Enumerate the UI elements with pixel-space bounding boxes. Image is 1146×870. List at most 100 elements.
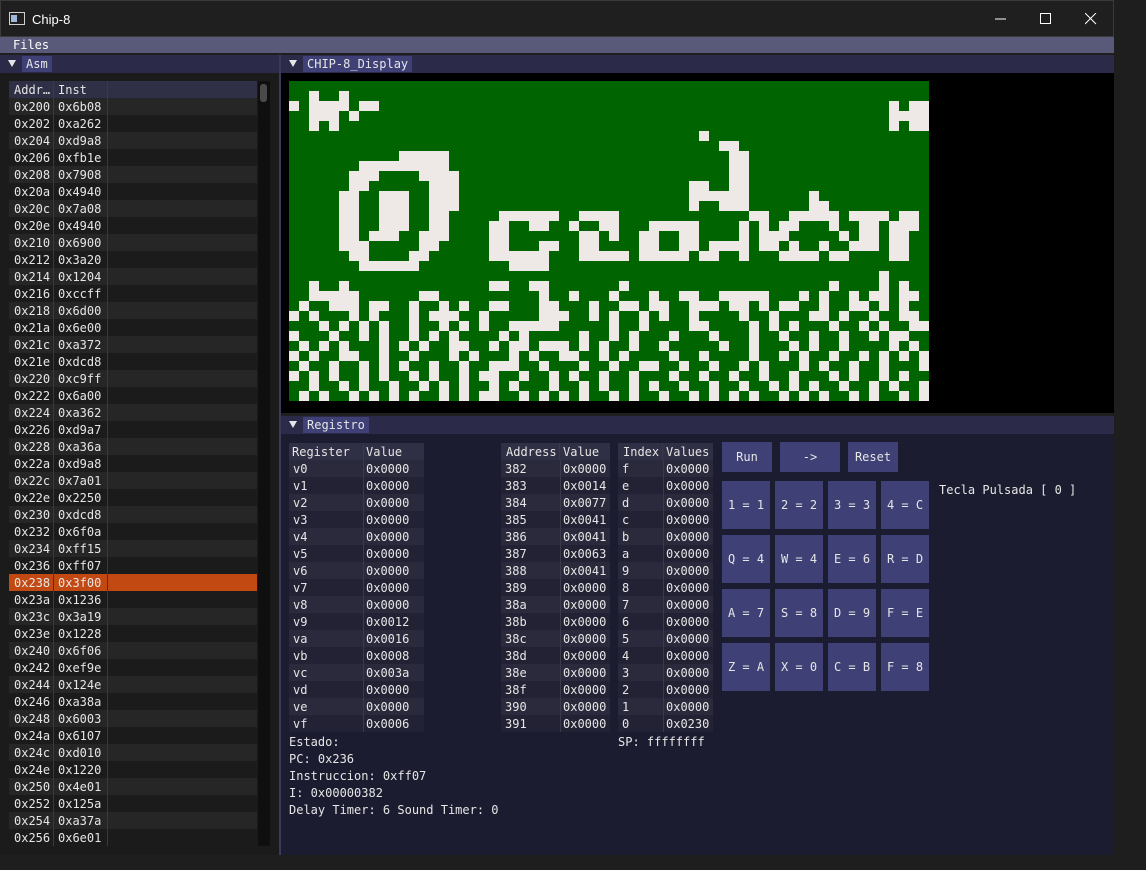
asm-row[interactable]: 0x21e 0xdcd8 — [9, 353, 257, 370]
asm-row[interactable]: 0x246 0xa38a — [9, 693, 257, 710]
asm-row[interactable]: 0x230 0xdcd8 — [9, 506, 257, 523]
reset-button[interactable]: Reset — [848, 442, 898, 472]
asm-row[interactable]: 0x220 0xc9ff — [9, 370, 257, 387]
asm-row-current[interactable]: 0x238 0x3f00 — [9, 574, 257, 591]
asm-row[interactable]: 0x250 0x4e01 — [9, 778, 257, 795]
asm-row[interactable]: 0x24c 0xd010 — [9, 744, 257, 761]
screen-pixel — [679, 241, 689, 251]
asm-row[interactable]: 0x20e 0x4940 — [9, 217, 257, 234]
keypad-key[interactable]: F = E — [881, 589, 929, 637]
asm-row[interactable]: 0x232 0x6f0a — [9, 523, 257, 540]
asm-row[interactable]: 0x216 0xccff — [9, 285, 257, 302]
asm-scrollbar[interactable] — [258, 81, 270, 846]
asm-row[interactable]: 0x23a 0x1236 — [9, 591, 257, 608]
keypad-key[interactable]: X = 0 — [775, 643, 823, 691]
column-divider — [107, 608, 108, 625]
asm-row[interactable]: 0x204 0xd9a8 — [9, 132, 257, 149]
screen-pixel — [879, 361, 889, 371]
screen-pixel — [429, 171, 439, 181]
asm-row[interactable]: 0x218 0x6d00 — [9, 302, 257, 319]
memory-value-header[interactable]: Value — [563, 445, 599, 459]
collapse-triangle-icon[interactable] — [8, 60, 16, 67]
collapse-triangle-icon[interactable] — [289, 60, 297, 67]
maximize-button[interactable] — [1024, 1, 1070, 38]
screen-pixel — [349, 241, 359, 251]
screen-pixel — [409, 251, 419, 261]
asm-row[interactable]: 0x23c 0x3a19 — [9, 608, 257, 625]
stack-values-header[interactable]: Values — [666, 445, 709, 459]
close-button[interactable] — [1069, 1, 1115, 38]
asm-row[interactable]: 0x212 0x3a20 — [9, 251, 257, 268]
asm-header-inst[interactable]: Inst — [58, 83, 87, 97]
screen-pixel — [739, 291, 749, 301]
asm-row[interactable]: 0x252 0x125a — [9, 795, 257, 812]
asm-row[interactable]: 0x228 0xa36a — [9, 438, 257, 455]
step-button[interactable]: -> — [780, 442, 840, 472]
asm-row[interactable]: 0x226 0xd9a7 — [9, 421, 257, 438]
keypad-key[interactable]: F = 8 — [881, 643, 929, 691]
screen-pixel — [889, 381, 899, 391]
collapse-triangle-icon[interactable] — [289, 421, 297, 428]
asm-tab[interactable]: Asm — [22, 56, 52, 72]
keypad-key[interactable]: A = 7 — [722, 589, 770, 637]
asm-row[interactable]: 0x20a 0x4940 — [9, 183, 257, 200]
keypad-key[interactable]: 4 = C — [881, 481, 929, 529]
asm-row[interactable]: 0x236 0xff07 — [9, 557, 257, 574]
keypad-key[interactable]: 1 = 1 — [722, 481, 770, 529]
keypad-key[interactable]: R = D — [881, 535, 929, 583]
asm-row[interactable]: 0x21a 0x6e00 — [9, 319, 257, 336]
keypad-key[interactable]: E = 6 — [828, 535, 876, 583]
asm-row[interactable]: 0x22a 0xd9a8 — [9, 455, 257, 472]
asm-row[interactable]: 0x240 0x6f06 — [9, 642, 257, 659]
asm-row[interactable]: 0x24e 0x1220 — [9, 761, 257, 778]
asm-row[interactable]: 0x22c 0x7a01 — [9, 472, 257, 489]
keypad-key[interactable]: Z = A — [722, 643, 770, 691]
asm-row[interactable]: 0x254 0xa37a — [9, 812, 257, 829]
register-header[interactable]: Register — [292, 445, 350, 459]
asm-row[interactable]: 0x22e 0x2250 — [9, 489, 257, 506]
asm-row[interactable]: 0x248 0x6003 — [9, 710, 257, 727]
asm-row[interactable]: 0x214 0x1204 — [9, 268, 257, 285]
keypad-key[interactable]: 2 = 2 — [775, 481, 823, 529]
asm-row[interactable]: 0x210 0x6900 — [9, 234, 257, 251]
register-value-header[interactable]: Value — [366, 445, 402, 459]
stack-index-header[interactable]: Index — [623, 445, 659, 459]
screen-pixel — [609, 251, 619, 261]
column-divider — [560, 630, 561, 647]
asm-row[interactable]: 0x222 0x6a00 — [9, 387, 257, 404]
asm-row[interactable]: 0x23e 0x1228 — [9, 625, 257, 642]
asm-row[interactable]: 0x208 0x7908 — [9, 166, 257, 183]
keypad-key[interactable]: W = 4 — [775, 535, 823, 583]
registro-tab[interactable]: Registro — [303, 417, 369, 433]
keypad-key[interactable]: 3 = 3 — [828, 481, 876, 529]
column-divider — [663, 545, 664, 562]
keypad-key[interactable]: Q = 4 — [722, 535, 770, 583]
asm-row[interactable]: 0x21c 0xa372 — [9, 336, 257, 353]
keypad-key[interactable]: S = 8 — [775, 589, 823, 637]
display-tab[interactable]: CHIP-8_Display — [303, 56, 413, 72]
minimize-button[interactable] — [979, 1, 1025, 38]
screen-pixel — [309, 351, 319, 361]
screen-pixel — [649, 381, 659, 391]
memory-address-header[interactable]: Address — [506, 445, 557, 459]
asm-row[interactable]: 0x234 0xff15 — [9, 540, 257, 557]
stack-value: 0x0000 — [666, 700, 710, 714]
asm-row[interactable]: 0x224 0xa362 — [9, 404, 257, 421]
column-divider — [560, 511, 561, 528]
asm-scroll-thumb[interactable] — [260, 84, 267, 102]
asm-row[interactable]: 0x200 0x6b08 — [9, 98, 257, 115]
stack-row: 6 0x0000 — [618, 613, 713, 630]
asm-header-addr[interactable]: Addr… — [14, 83, 50, 97]
asm-row[interactable]: 0x256 0x6e01 — [9, 829, 257, 846]
menu-files[interactable]: Files — [13, 38, 49, 52]
asm-row[interactable]: 0x244 0x124e — [9, 676, 257, 693]
asm-row[interactable]: 0x242 0xef9e — [9, 659, 257, 676]
run-button[interactable]: Run — [722, 442, 772, 472]
keypad-key[interactable]: C = B — [828, 643, 876, 691]
keypad-key[interactable]: D = 9 — [828, 589, 876, 637]
asm-row[interactable]: 0x202 0xa262 — [9, 115, 257, 132]
column-divider — [53, 506, 54, 523]
asm-row[interactable]: 0x24a 0x6107 — [9, 727, 257, 744]
asm-row[interactable]: 0x20c 0x7a08 — [9, 200, 257, 217]
asm-row[interactable]: 0x206 0xfb1e — [9, 149, 257, 166]
